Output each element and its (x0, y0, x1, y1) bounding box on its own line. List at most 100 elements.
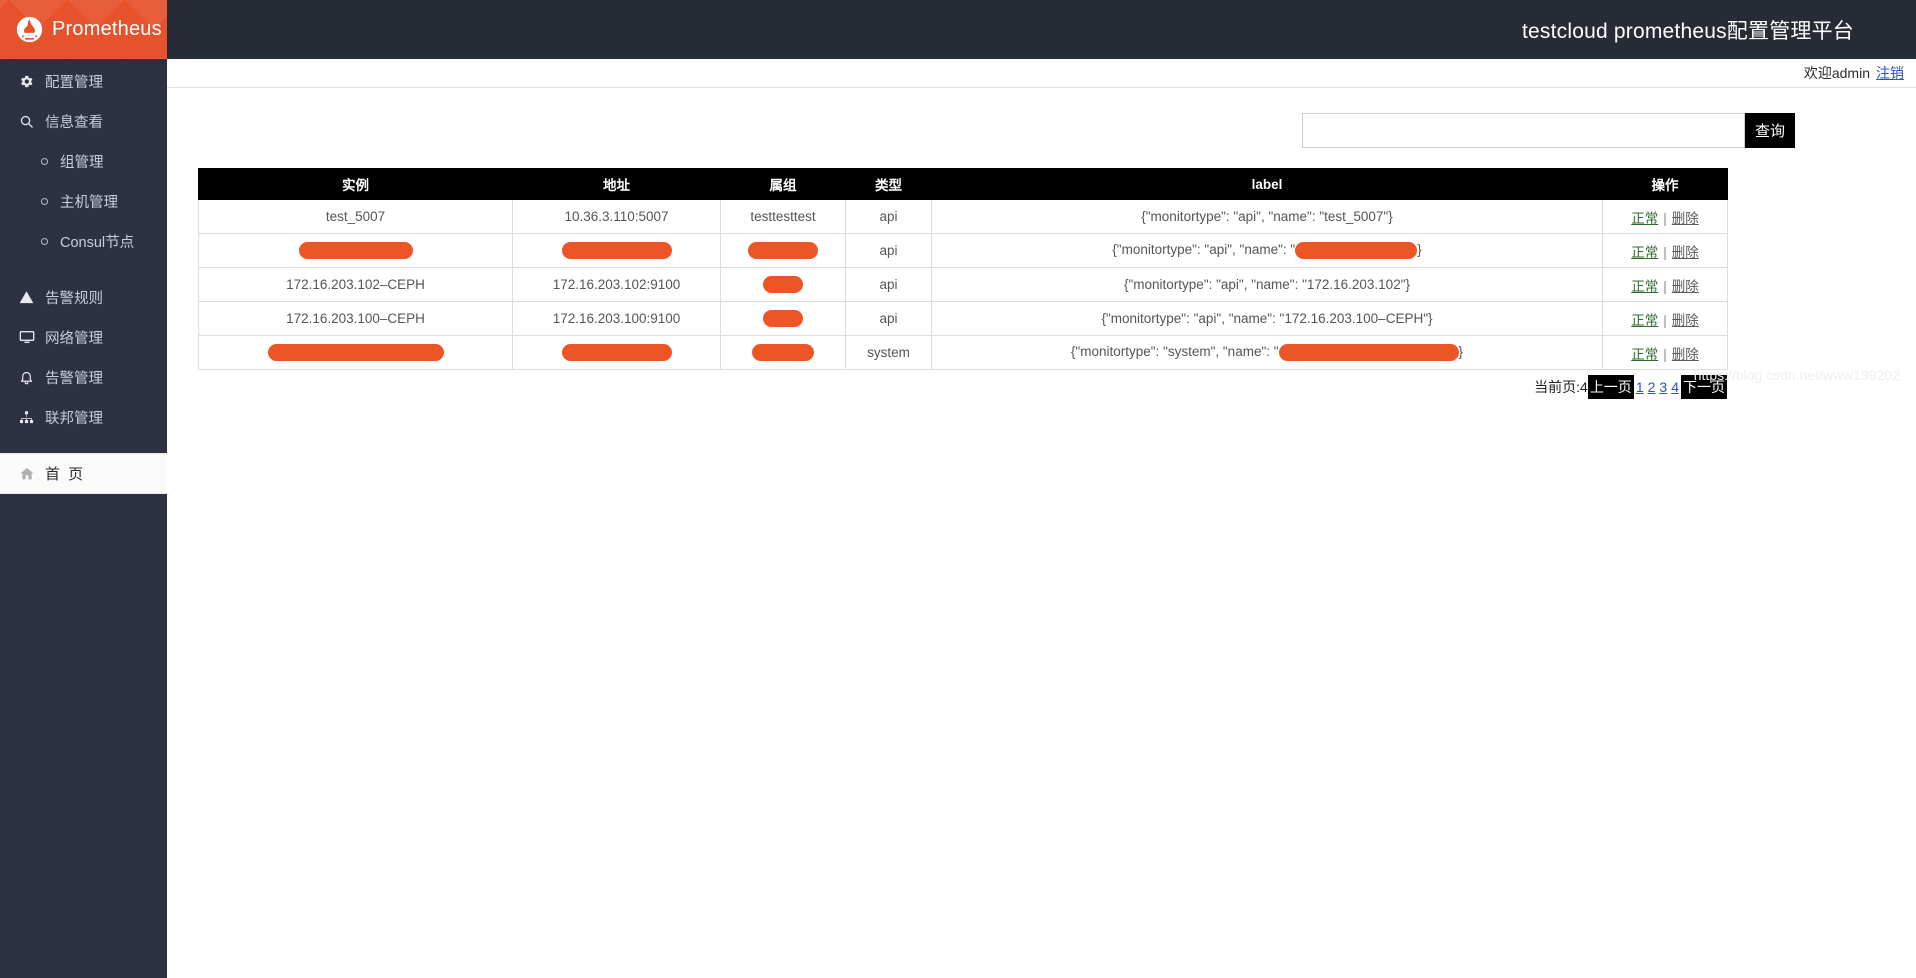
column-header-address: 地址 (512, 168, 721, 200)
sidebar-item-federation-management[interactable]: 联邦管理 (0, 397, 167, 437)
logout-link[interactable]: 注销 (1876, 63, 1904, 83)
action-separator: | (1663, 312, 1667, 328)
cell-action: 正常 | 删除 (1602, 335, 1728, 370)
redaction-mark (298, 242, 413, 259)
delete-link[interactable]: 删除 (1672, 313, 1699, 328)
sidebar-item-label: 配置管理 (45, 74, 103, 91)
sidebar-item-label: 组管理 (60, 154, 104, 171)
search-row: 查询 (167, 88, 1916, 148)
sidebar-item-label: Consul节点 (60, 234, 135, 251)
cell-group: testtesttest (720, 199, 846, 234)
cell-action: 正常 | 删除 (1602, 267, 1728, 302)
sidebar-item-host-management[interactable]: 主机管理 (0, 181, 167, 221)
redaction-mark (1295, 242, 1418, 259)
sidebar-item-network-management[interactable]: 网络管理 (0, 317, 167, 357)
cell-label: {"monitortype": "api", "name": "172.16.2… (931, 267, 1603, 302)
table-row: api {"monitortype": "api", "name": "} 正常 | 删… (198, 233, 1728, 268)
sidebar-item-alert-management[interactable]: 告警管理 (0, 357, 167, 397)
redaction-mark (561, 242, 672, 259)
cell-address (512, 233, 721, 268)
sidebar-item-label: 主机管理 (60, 194, 118, 211)
welcome-text: 欢迎admin (1803, 65, 1870, 81)
top-bar: testcloud prometheus配置管理平台 (167, 0, 1916, 59)
redaction-mark (267, 344, 444, 361)
watermark: https://blog.csdn.net/www199202 (1693, 367, 1900, 383)
status-normal-link[interactable]: 正常 (1631, 245, 1658, 260)
redaction-mark (752, 344, 814, 361)
sidebar-item-home[interactable]: 首 页 (0, 453, 167, 494)
action-separator: | (1663, 278, 1667, 294)
sidebar-item-group-management[interactable]: 组管理 (0, 141, 167, 181)
sidebar-item-label: 联邦管理 (45, 410, 103, 427)
page-number-list: 1234 (1634, 379, 1681, 395)
action-separator: | (1663, 244, 1667, 260)
app-root: Prometheus 配置管理 信息查看 组管理 主机管理 Consul节点 告… (0, 0, 1916, 978)
cell-label: {"monitortype": "system", "name": "} (931, 335, 1603, 370)
table-head: 实例 地址 属组 类型 label 操作 (198, 168, 1728, 200)
page-number-link[interactable]: 2 (1646, 379, 1658, 395)
redaction-mark (1278, 344, 1459, 361)
cell-action: 正常 | 删除 (1602, 199, 1728, 234)
main-area: testcloud prometheus配置管理平台 欢迎admin 注销 查询 (167, 0, 1916, 978)
sidebar-item-config-management[interactable]: 配置管理 (0, 61, 167, 101)
delete-link[interactable]: 删除 (1672, 279, 1699, 294)
delete-link[interactable]: 删除 (1672, 211, 1699, 226)
sidebar-item-label: 告警管理 (45, 370, 103, 387)
cell-type: api (845, 267, 932, 302)
sidebar-item-info-view[interactable]: 信息查看 (0, 101, 167, 141)
column-header-group: 属组 (720, 168, 846, 200)
label-suffix: } (1458, 344, 1464, 360)
sidebar-item-alert-rules[interactable]: 告警规则 (0, 277, 167, 317)
delete-link[interactable]: 删除 (1672, 245, 1699, 260)
page-number-link[interactable]: 4 (1669, 379, 1681, 395)
action-separator: | (1663, 210, 1667, 226)
redaction-mark (748, 242, 818, 259)
cell-action: 正常 | 删除 (1602, 301, 1728, 336)
brand-header[interactable]: Prometheus (0, 0, 167, 59)
delete-link[interactable]: 删除 (1672, 347, 1699, 362)
cell-label: {"monitortype": "api", "name": "test_500… (931, 199, 1603, 234)
page-number-link[interactable]: 3 (1657, 379, 1669, 395)
current-page-text: 当前页:4 (1534, 379, 1588, 395)
cell-address: 10.36.3.110:5007 (512, 199, 721, 234)
brand-name: Prometheus (52, 18, 162, 40)
table-body: test_5007 10.36.3.110:5007 testtesttest api… (198, 199, 1728, 370)
sidebar-item-label: 网络管理 (45, 330, 103, 347)
sitemap-icon (17, 410, 36, 425)
status-normal-link[interactable]: 正常 (1631, 313, 1658, 328)
cell-instance: test_5007 (198, 199, 513, 234)
label-suffix: } (1417, 242, 1422, 258)
bell-icon (17, 370, 36, 385)
search-button[interactable]: 查询 (1744, 113, 1795, 148)
table-row: test_5007 10.36.3.110:5007 testtesttest api… (198, 199, 1728, 234)
instances-table-wrapper: 实例 地址 属组 类型 label 操作 test_5007 10.36.3.11… (198, 168, 1728, 370)
cell-group (720, 267, 846, 302)
cell-instance: 172.16.203.100–CEPH (198, 301, 513, 336)
cell-group (720, 335, 846, 370)
table-row: 172.16.203.102–CEPH 172.16.203.102:9100 ap… (198, 267, 1728, 302)
cell-label: {"monitortype": "api", "name": "172.16.2… (931, 301, 1603, 336)
page-title: testcloud prometheus配置管理平台 (1522, 19, 1854, 43)
user-bar: 欢迎admin 注销 (167, 59, 1916, 88)
column-header-label: label (931, 168, 1603, 200)
table-header-row: 实例 地址 属组 类型 label 操作 (198, 168, 1728, 200)
status-normal-link[interactable]: 正常 (1631, 347, 1658, 362)
page-number-link[interactable]: 1 (1634, 379, 1646, 395)
cell-address: 172.16.203.100:9100 (512, 301, 721, 336)
action-separator: | (1663, 346, 1667, 362)
column-header-type: 类型 (845, 168, 932, 200)
sidebar-item-label: 首 页 (45, 466, 86, 483)
redaction-mark (763, 310, 803, 327)
cell-type: api (845, 199, 932, 234)
search-input[interactable] (1301, 113, 1745, 148)
status-normal-link[interactable]: 正常 (1631, 211, 1658, 226)
table-row: 172.16.203.100–CEPH 172.16.203.100:9100 ap… (198, 301, 1728, 336)
circle-bullet-icon (41, 237, 48, 245)
status-normal-link[interactable]: 正常 (1631, 279, 1658, 294)
cell-type: system (845, 335, 932, 370)
label-prefix: {"monitortype": "api", "name": " (1112, 242, 1296, 258)
prev-page-button[interactable]: 上一页 (1587, 375, 1634, 399)
sidebar-item-consul-node[interactable]: Consul节点 (0, 221, 167, 261)
